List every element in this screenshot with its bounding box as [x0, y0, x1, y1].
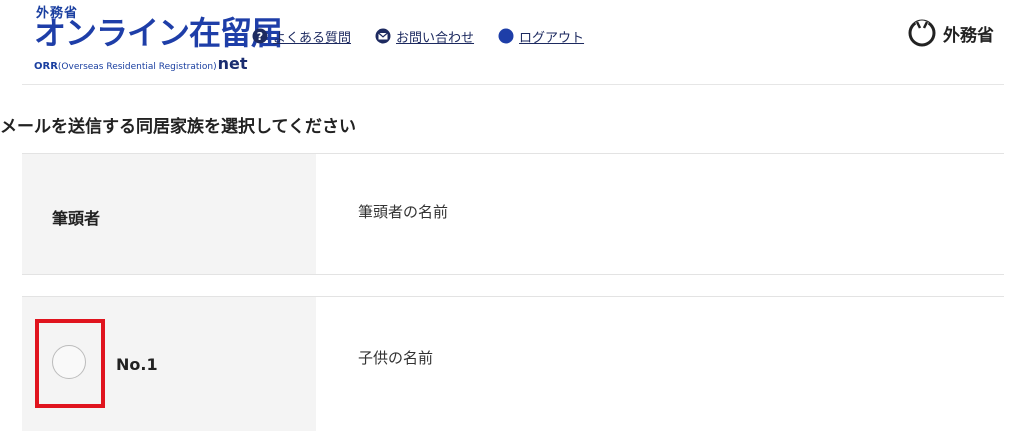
row-value: 子供の名前: [358, 349, 434, 367]
logo-title: オンライン在留届: [34, 14, 283, 52]
logo-subtitle: ORR(Overseas Residential Registration)ne…: [34, 54, 248, 73]
row-label: 筆頭者: [52, 209, 101, 228]
site-logo[interactable]: 外務省 オンライン在留届 ORR(Overseas Residential Re…: [34, 2, 283, 73]
logout-link[interactable]: ログアウト: [498, 27, 584, 46]
contact-link-label: お問い合わせ: [396, 30, 475, 46]
svg-text:?: ?: [257, 30, 263, 43]
row-label-cell: 筆頭者: [22, 154, 316, 274]
table-row: No.1 子供の名前: [22, 296, 1004, 431]
brand-label: 外務省: [943, 25, 994, 46]
logo-sub-net: net: [217, 54, 248, 73]
contact-link[interactable]: お問い合わせ: [375, 27, 474, 46]
logo-sub-full: Overseas Residential Registration: [61, 62, 214, 72]
logout-dot-icon: [498, 28, 514, 44]
family-member-radio[interactable]: [52, 345, 86, 379]
header-nav: ? よくある質問 お問い合わせ ログアウト: [252, 26, 608, 46]
header: 外務省 オンライン在留届 ORR(Overseas Residential Re…: [0, 0, 1024, 84]
row-value: 筆頭者の名前: [358, 203, 449, 221]
page: 外務省 オンライン在留届 ORR(Overseas Residential Re…: [0, 0, 1024, 431]
ministry-emblem-icon: [908, 19, 936, 47]
row-value-cell: 子供の名前: [316, 297, 1004, 431]
ministry-brand[interactable]: 外務省: [907, 18, 994, 48]
header-divider: [22, 84, 1004, 85]
logout-link-label: ログアウト: [519, 30, 585, 46]
mail-icon: [375, 28, 391, 44]
question-icon: ?: [252, 28, 268, 44]
logo-sub-abbr: ORR: [34, 61, 58, 72]
row-label-cell: No.1: [22, 297, 316, 431]
page-title: メールを送信する同居家族を選択してください: [0, 117, 356, 137]
row-label: No.1: [116, 355, 158, 374]
faq-link[interactable]: ? よくある質問: [252, 27, 351, 46]
faq-link-label: よくある質問: [273, 30, 352, 46]
row-value-cell: 筆頭者の名前: [316, 154, 1004, 274]
table-row: 筆頭者 筆頭者の名前: [22, 153, 1004, 275]
